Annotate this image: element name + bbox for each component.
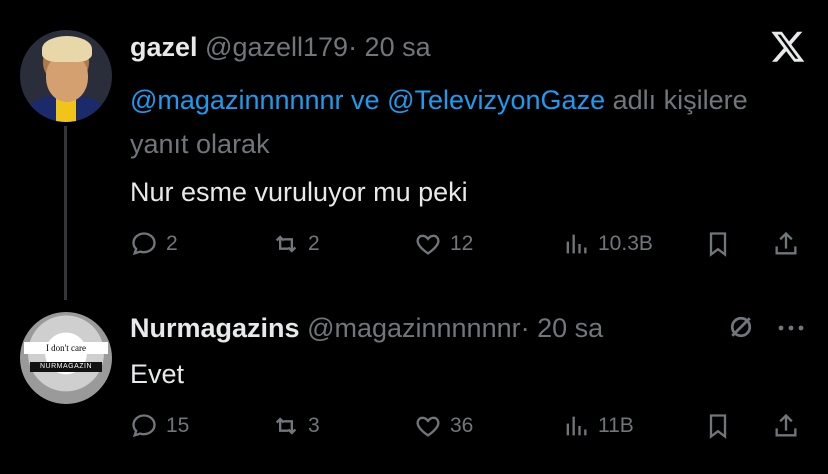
tweet2-share-button[interactable] [772,406,800,446]
tweet1-reply-count: 2 [166,232,178,255]
reply-to-context: @magazinnnnnnr ve @TelevizyonGaze adlı k… [130,78,770,166]
tweet2-like-button[interactable]: 36 [414,406,473,446]
tweet1-bookmark-button[interactable] [704,224,732,264]
bookmark-icon [709,414,727,439]
tweet1-views-button[interactable]: 10.3B [562,224,653,264]
x-logo-icon[interactable] [770,28,806,64]
tweet2-view-count: 11B [598,414,634,437]
views-icon [566,416,587,436]
tweet1-text: Nur esme vuruluyor mu peki [130,177,468,207]
tweet2-time[interactable]: · 20 sa [521,313,604,343]
share-icon [775,231,797,255]
tweet2-reply-button[interactable]: 15 [130,406,189,446]
tweet1-actions: 2 2 12 10.3B [130,224,810,264]
tweet2-text: Evet [130,359,185,389]
avatar2-caption: I don't care [24,342,108,354]
tweet2-repost-button[interactable]: 3 [272,406,320,446]
repost-icon [275,235,297,253]
mention-magazinnnnnnr[interactable]: @magazinnnnnnr [130,85,344,115]
tweet2-repost-count: 3 [308,414,320,437]
avatar-gazel[interactable] [20,30,112,122]
mention-televizyongaze[interactable]: @TelevizyonGaze [387,85,605,115]
muted-icon[interactable] [726,312,756,342]
tweet2-views-button[interactable]: 11B [562,406,634,446]
tweet2-display-name[interactable]: Nurmagazins [130,313,300,343]
tweet2-bookmark-button[interactable] [704,406,732,446]
repost-icon [275,417,297,435]
avatar-nurmagazins[interactable]: I don't care NURMAGAZIN [20,312,112,404]
tweet2-handle[interactable]: @magazinnnnnnr [307,313,521,343]
tweet1-time[interactable]: · 20 sa [348,32,431,62]
tweet1-view-count: 10.3B [598,232,653,255]
tweet2-actions: 15 3 36 11B [130,406,810,446]
share-icon [775,413,797,437]
tweet1-reply-button[interactable]: 2 [130,224,178,264]
tweet2-header: Nurmagazins @magazinnnnnnr· 20 sa [130,311,603,345]
thread-line [64,126,67,300]
tweet1-handle[interactable]: @gazell179 [205,32,348,62]
views-icon [566,234,587,254]
tweet1-header: gazel @gazell179· 20 sa [130,30,431,64]
bookmark-icon [709,232,727,257]
tweet1-repost-count: 2 [308,232,320,255]
reply-icon [132,232,156,256]
like-icon [416,234,440,255]
like-icon [416,416,440,437]
tweet1-share-button[interactable] [772,224,800,264]
tweet1-like-button[interactable]: 12 [414,224,473,264]
reply-icon [132,414,156,438]
tweet1-display-name[interactable]: gazel [130,32,198,62]
tweet2-reply-count: 15 [166,414,190,437]
more-icon[interactable] [776,316,806,340]
tweet2-like-count: 36 [450,414,474,437]
avatar2-brand: NURMAGAZIN [30,362,102,372]
reply-joiner: ve [343,85,388,115]
tweet1-like-count: 12 [450,232,474,255]
tweet1-repost-button[interactable]: 2 [272,224,320,264]
